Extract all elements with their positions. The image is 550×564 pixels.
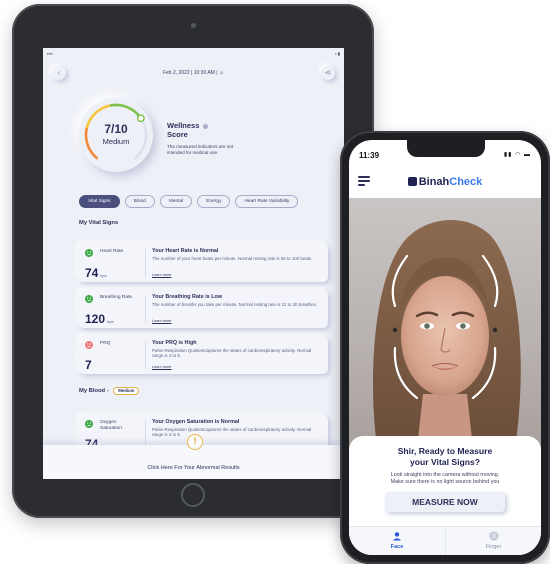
report-date-text: Feb 2, 2022 | 10:30 AM | — [162, 70, 218, 76]
prompt-line-1: Shir, Ready to Measure — [397, 446, 493, 456]
status-icons: ▪ ▮ — [335, 51, 340, 56]
tab-vital-signs[interactable]: Vital Signs — [79, 195, 120, 208]
phone-notch — [407, 140, 485, 157]
share-button[interactable]: ⋖ — [321, 66, 335, 80]
phone-device: 11:39 ▮▮ ◠ ▬ BinahCheck Shir, Ready to M… — [340, 131, 550, 564]
status-bar: ▪▪▪▪ ▪ ▮ — [43, 48, 344, 58]
alert-icon: ! — [187, 434, 203, 450]
tablet-device: ▪▪▪▪ ▪ ▮ ‹ Feb 2, 2022 | 10:30 AM | ☺ ⋖ … — [12, 4, 374, 518]
wellness-score-gauge: 7/10 Medium — [79, 98, 153, 172]
vital-name: Breathing Rate — [100, 295, 132, 300]
abnormal-results-link[interactable]: Click Here For Your Abnormal Results — [43, 465, 344, 471]
vital-unit: bpm — [100, 274, 108, 278]
report-header: ‹ Feb 2, 2022 | 10:30 AM | ☺ ⋖ — [43, 62, 344, 84]
vital-description: Pulse-Respiration Quotientcaptures the s… — [152, 348, 312, 359]
tab-energy[interactable]: Energy — [197, 195, 231, 208]
fingerprint-icon — [489, 531, 499, 541]
divider — [145, 249, 146, 277]
prompt-line-2: your Vital Signs? — [409, 457, 481, 467]
camera-preview — [349, 198, 541, 448]
tab-heart-rate-variability[interactable]: Heart Rate Variability — [235, 195, 299, 208]
divider — [145, 420, 146, 448]
face-icon — [393, 532, 401, 541]
status-time: ▪▪▪▪ — [47, 51, 53, 56]
instruction-line-1: Look straight into the camera without mo… — [390, 472, 500, 478]
measure-instructions: Look straight into the camera without mo… — [363, 472, 527, 486]
vital-value: 120 bpm — [85, 312, 114, 326]
front-camera — [191, 23, 196, 28]
sad-face-icon — [85, 341, 93, 349]
logo-mark-icon — [407, 177, 417, 186]
wellness-title-line2: Score — [167, 130, 188, 139]
tab-face[interactable]: Face — [349, 527, 445, 555]
logo-text-b: Check — [449, 176, 483, 188]
share-icon: ⋖ — [324, 68, 332, 77]
info-icon[interactable] — [203, 123, 209, 129]
wellness-disclaimer: The measured indicators are not intended… — [167, 144, 234, 155]
divider — [145, 295, 146, 323]
vital-value: 74 bpm — [85, 266, 107, 280]
vital-card[interactable]: PRQ 7 Your PRQ is High Pulse-Respiration Qu… — [79, 336, 328, 374]
smiley-icon — [85, 249, 93, 257]
bottom-tab-bar: Face Finger — [349, 526, 541, 555]
vital-unit: bpm — [107, 320, 114, 324]
learn-more-link[interactable]: Learn more — [152, 319, 171, 323]
blood-level-badge: Medium — [113, 387, 140, 395]
gauge-fill-segment — [109, 103, 143, 120]
section-my-blood: My Blood - Medium — [79, 387, 140, 395]
vital-status-title: Your Heart Rate is Normal — [152, 248, 219, 254]
vital-status-title: Your PRQ is High — [152, 340, 197, 346]
vital-card[interactable]: Heart Rate 74 bpm Your Heart Rate is Normal… — [79, 244, 328, 282]
wellness-title-line1: Wellness — [167, 121, 200, 130]
tab-mental[interactable]: Mental — [159, 195, 193, 208]
measure-now-button[interactable]: MEASURE NOW — [385, 492, 505, 512]
tab-blood[interactable]: Blood — [124, 195, 155, 208]
vital-name: Heart Rate — [100, 249, 124, 254]
vital-status-title: Your Oxygen Saturation is Normal — [152, 419, 240, 425]
tablet-screen: ▪▪▪▪ ▪ ▮ ‹ Feb 2, 2022 | 10:30 AM | ☺ ⋖ … — [43, 48, 344, 479]
phone-status-icons: ▮▮ ◠ ▬ — [503, 152, 531, 158]
app-logo: BinahCheck — [349, 176, 541, 188]
tab-finger[interactable]: Finger — [445, 527, 541, 555]
vital-description: Pulse-Respiration Quotientcaptures the s… — [152, 427, 312, 438]
tab-finger-label: Finger — [485, 544, 502, 550]
report-date: Feb 2, 2022 | 10:30 AM | ☺ — [43, 70, 344, 76]
vital-name: PRQ — [100, 341, 111, 346]
instruction-line-2: Make sure there is no light source behin… — [390, 479, 500, 485]
section-my-blood-label: My Blood - — [79, 388, 109, 394]
face-photo — [372, 219, 521, 448]
home-button[interactable] — [181, 483, 205, 507]
vital-number: 7 — [85, 358, 92, 372]
learn-more-link[interactable]: Learn more — [152, 273, 171, 277]
section-vital-signs: My Vital Signs — [79, 220, 119, 226]
tab-face-label: Face — [390, 544, 404, 550]
wellness-score-level: Medium — [102, 137, 130, 146]
vital-value: 7 — [85, 358, 94, 372]
vital-number: 120 — [85, 312, 106, 326]
phone-screen: 11:39 ▮▮ ◠ ▬ BinahCheck Shir, Ready to M… — [349, 140, 541, 555]
smiley-icon — [85, 420, 93, 428]
vital-status-title: Your Breathing Rate is Low — [152, 294, 222, 300]
wellness-score-value: 7/10 — [104, 122, 128, 136]
vital-number: 74 — [85, 266, 99, 280]
phone-status-time: 11:39 — [359, 151, 380, 160]
category-tabs: Vital Signs Blood Mental Energy Heart Rate V… — [79, 195, 299, 208]
measure-prompt-title: Shir, Ready to Measure your Vital Signs? — [349, 446, 541, 468]
app-header: BinahCheck — [349, 168, 541, 198]
measure-prompt-card: Shir, Ready to Measure your Vital Signs?… — [349, 436, 541, 526]
vital-name: Oxygen Saturation — [100, 420, 122, 431]
learn-more-link[interactable]: Learn more — [152, 365, 171, 369]
face-scan-icon: ☺ — [218, 70, 225, 76]
vital-description: The number of your heart beats per minut… — [152, 256, 313, 261]
abnormal-results-panel — [43, 445, 344, 479]
smiley-icon — [85, 295, 93, 303]
vital-card[interactable]: Breathing Rate 120 bpm Your Breathing Rate … — [79, 290, 328, 328]
gauge-knob — [136, 114, 145, 123]
wellness-title: Wellness Score — [167, 121, 227, 139]
divider — [145, 341, 146, 369]
logo-text-a: Binah — [418, 176, 450, 188]
vital-description: The number of breaths you take per minut… — [152, 302, 317, 307]
